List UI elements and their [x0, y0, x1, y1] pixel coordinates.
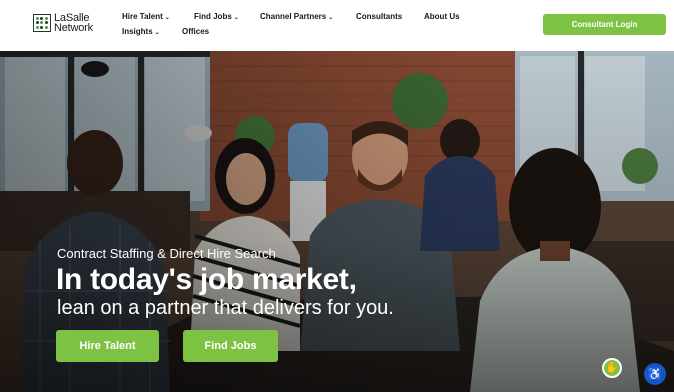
site-header: LaSalle Network Hire Talent ⌄ Find Jobs ⌄ … [0, 0, 674, 51]
lasalle-logo[interactable]: LaSalle Network [33, 12, 93, 34]
nav-channel-partners[interactable]: Channel Partners ⌄ [260, 12, 333, 21]
nav-about-us[interactable]: About Us [424, 12, 460, 21]
chevron-down-icon: ⌄ [328, 15, 334, 21]
chevron-down-icon: ⌄ [233, 15, 239, 21]
hero-subhead: lean on a partner that delivers for you. [57, 297, 394, 319]
hero-banner: Contract Staffing & Direct Hire Search I… [0, 51, 674, 392]
consultant-login-button[interactable]: Consultant Login [543, 14, 666, 35]
hero-headline: In today's job market, [56, 263, 357, 296]
accessibility-widget-icon[interactable]: ✋ [602, 358, 622, 378]
find-jobs-button[interactable]: Find Jobs [183, 330, 278, 362]
nav-offices[interactable]: Offices [182, 27, 209, 36]
chevron-down-icon: ⌄ [154, 30, 160, 36]
nav-consultants[interactable]: Consultants [356, 12, 402, 21]
chevron-down-icon: ⌄ [164, 15, 170, 21]
hero-eyebrow: Contract Staffing & Direct Hire Search [57, 246, 276, 261]
nav-hire-talent[interactable]: Hire Talent ⌄ [122, 12, 170, 21]
accessibility-icon[interactable]: ♿ [644, 363, 666, 385]
nav-insights[interactable]: Insights ⌄ [122, 27, 160, 36]
hire-talent-button[interactable]: Hire Talent [56, 330, 159, 362]
logo-mark-icon [33, 14, 51, 32]
nav-find-jobs[interactable]: Find Jobs ⌄ [194, 12, 239, 21]
logo-wordmark: LaSalle Network [54, 12, 93, 34]
